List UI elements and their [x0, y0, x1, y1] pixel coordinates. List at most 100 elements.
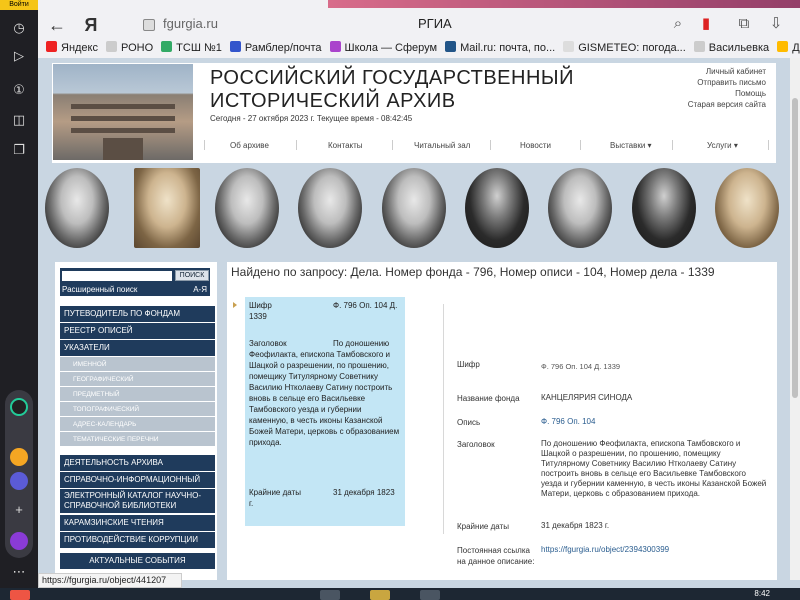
- detail-dates-label: Крайние даты: [457, 522, 509, 531]
- bookmark-label: РОНО: [121, 42, 154, 54]
- bookmark-label: Рамблер/почта: [244, 42, 322, 54]
- portrait-photo: [632, 168, 696, 248]
- bookmark-icon[interactable]: ▮: [696, 14, 716, 34]
- detail-title-label: Заголовок: [457, 440, 495, 449]
- search-input[interactable]: [62, 271, 172, 281]
- detail-shifr-value: Ф. 796 Оп. 104 Д. 1339: [541, 362, 621, 371]
- bookmark-item[interactable]: GISMETEO: погода...: [563, 38, 686, 58]
- start-icon[interactable]: [10, 590, 30, 600]
- yandex-side-panel: Войти ◷ ▷ ① ◫ ❐ + ⋯: [0, 0, 38, 600]
- folder-icon[interactable]: [370, 590, 390, 600]
- column-divider: [443, 304, 444, 534]
- menu-reading-room[interactable]: Читальный зал: [414, 141, 470, 150]
- bookmark-label: Васильевка: [708, 42, 770, 54]
- detail-title-value: По доношению Феофилакта, епископа Тамбов…: [541, 439, 767, 498]
- bookmark-favicon-icon: [106, 41, 117, 52]
- sidebar-subitem-calendar[interactable]: АДРЕС-КАЛЕНДАРЬ: [60, 417, 215, 432]
- back-arrow-icon[interactable]: ←: [46, 14, 68, 36]
- sidebar-item-info-center[interactable]: СПРАВОЧНО-ИНФОРМАЦИОННЫЙ ЦЕНТР: [60, 472, 215, 500]
- send-letter-link[interactable]: Отправить письмо: [688, 77, 766, 88]
- taskbar-app-icon[interactable]: [420, 590, 440, 600]
- menu-news[interactable]: Новости: [520, 141, 551, 150]
- detail-opis-link[interactable]: Ф. 796 Оп. 104: [541, 417, 769, 427]
- bookmark-item[interactable]: ТСШ №1: [161, 38, 222, 58]
- archive-building-photo: [53, 64, 193, 160]
- address-bar[interactable]: fgurgia.ru: [143, 12, 253, 36]
- yandex-logo-icon[interactable]: Я: [80, 14, 102, 36]
- portrait-photo: [382, 168, 446, 248]
- help-link[interactable]: Помощь: [688, 88, 766, 99]
- portrait-photo: [298, 168, 362, 248]
- bookmark-item[interactable]: РОНО: [106, 38, 153, 58]
- sidebar-item-guide[interactable]: ПУТЕВОДИТЕЛЬ ПО ФОНДАМ: [60, 306, 215, 322]
- detail-fond-value: КАНЦЕЛЯРИЯ СИНОДА: [541, 393, 633, 402]
- alice-app-icon[interactable]: [10, 398, 28, 416]
- messenger-app-icon[interactable]: [10, 472, 28, 490]
- bookmark-label: Яндекс: [61, 42, 98, 54]
- detail-permalink-link[interactable]: https://fgurgia.ru/object/2394300399: [541, 545, 769, 555]
- sidebar-subitem-names[interactable]: ИМЕННОЙ: [60, 357, 215, 372]
- sidebar-item-karamzin[interactable]: КАРАМЗИНСКИЕ ЧТЕНИЯ: [60, 515, 215, 531]
- menu-about[interactable]: Об архиве: [230, 141, 269, 150]
- bookmark-favicon-icon: [229, 41, 241, 52]
- advanced-search-link[interactable]: Расширенный поиск: [62, 285, 137, 294]
- taskbar-app-icon[interactable]: [320, 590, 340, 600]
- account-link[interactable]: Личный кабинет: [688, 66, 766, 77]
- detail-shifr-label: Шифр: [457, 360, 480, 369]
- sidebar-item-indexes[interactable]: УКАЗАТЕЛИ: [60, 340, 215, 356]
- one-icon[interactable]: ①: [9, 80, 29, 100]
- history-icon[interactable]: ◷: [9, 18, 29, 38]
- old-version-link[interactable]: Старая версия сайта: [688, 99, 766, 110]
- sidebar-item-registry[interactable]: РЕЕСТР ОПИСЕЙ: [60, 323, 215, 339]
- alice-assistant-icon[interactable]: [10, 532, 28, 550]
- bookmark-item[interactable]: Днев: [777, 38, 800, 58]
- scrollbar-thumb[interactable]: [792, 98, 798, 398]
- downloads-icon[interactable]: ⇩: [766, 14, 786, 34]
- camera-icon[interactable]: ◫: [9, 110, 29, 130]
- tabs-icon[interactable]: ⧉: [734, 14, 754, 34]
- copy-icon[interactable]: ❐: [9, 140, 29, 160]
- result-card[interactable]: Шифр Ф. 796 Оп. 104 Д. 1339 Заголовок По…: [245, 297, 405, 526]
- bookmark-item[interactable]: Васильевка: [693, 38, 770, 58]
- bookmark-item[interactable]: Яндекс: [46, 38, 98, 58]
- detail-fond-label: Название фонда: [457, 394, 520, 403]
- bookmark-favicon-icon: [445, 41, 457, 52]
- menu-contacts[interactable]: Контакты: [328, 141, 363, 150]
- site-title[interactable]: РОССИЙСКИЙ ГОСУДАРСТВЕННЫЙ ИСТОРИЧЕСКИЙ …: [210, 67, 574, 113]
- play-icon[interactable]: ▷: [9, 46, 29, 66]
- sidebar-item-activity[interactable]: ДЕЯТЕЛЬНОСТЬ АРХИВА: [60, 455, 215, 471]
- menu-exhibitions[interactable]: Выставки ▾: [610, 141, 652, 150]
- search-icon[interactable]: ⌕: [668, 14, 688, 34]
- sidebar-item-anticorruption[interactable]: ПРОТИВОДЕЙСТВИЕ КОРРУПЦИИ: [60, 532, 215, 548]
- login-badge[interactable]: Войти: [0, 0, 38, 10]
- bookmark-item[interactable]: Рамблер/почта: [229, 38, 322, 58]
- card-shifr-value: Ф. 796 Оп. 104 Д. 1339: [249, 301, 398, 321]
- az-link[interactable]: А-Я: [193, 285, 207, 294]
- site-title-line1: РОССИЙСКИЙ ГОСУДАРСТВЕННЫЙ: [210, 67, 574, 89]
- bookmark-label: Днев: [792, 42, 800, 54]
- menu-services[interactable]: Услуги ▾: [707, 141, 738, 150]
- sidebar-events-header[interactable]: АКТУАЛЬНЫЕ СОБЫТИЯ: [60, 553, 215, 569]
- tab-strip: [328, 0, 800, 8]
- page-scrollbar[interactable]: [790, 58, 800, 580]
- search-button[interactable]: ПОИСК: [175, 270, 209, 281]
- sidebar-subitem-thematic[interactable]: ТЕМАТИЧЕСКИЕ ПЕРЕЧНИ: [60, 432, 215, 447]
- bookmark-item[interactable]: Школа — Сферум: [329, 38, 438, 58]
- bookmark-label: Школа — Сферум: [344, 42, 438, 54]
- card-dates-value: 31 декабря 1823 г.: [249, 488, 395, 508]
- portrait-photo: [715, 168, 779, 248]
- sidebar-subitem-geo[interactable]: ГЕОГРАФИЧЕСКИЙ: [60, 372, 215, 387]
- add-icon[interactable]: +: [9, 500, 29, 520]
- url-text: fgurgia.ru: [163, 16, 218, 31]
- lock-icon: [143, 18, 155, 31]
- sidebar-subitem-subject[interactable]: ПРЕДМЕТНЫЙ: [60, 387, 215, 402]
- music-app-icon[interactable]: [10, 448, 28, 466]
- bookmark-item[interactable]: Mail.ru: почта, по...: [445, 38, 555, 58]
- more-icon[interactable]: ⋯: [9, 562, 29, 582]
- sidebar-item-catalog[interactable]: ЭЛЕКТРОННЫЙ КАТАЛОГ НАУЧНО-СПРАВОЧНОЙ БИ…: [60, 489, 215, 513]
- bookmark-favicon-icon: [46, 41, 57, 52]
- bookmark-label: ТСШ №1: [176, 42, 222, 54]
- expand-triangle-icon[interactable]: [233, 302, 237, 308]
- bookmarks-bar: Яндекс РОНО ТСШ №1 Рамблер/почта Школа — Сфе…: [38, 38, 800, 58]
- sidebar-subitem-topo[interactable]: ТОПОГРАФИЧЕСКИЙ: [60, 402, 215, 417]
